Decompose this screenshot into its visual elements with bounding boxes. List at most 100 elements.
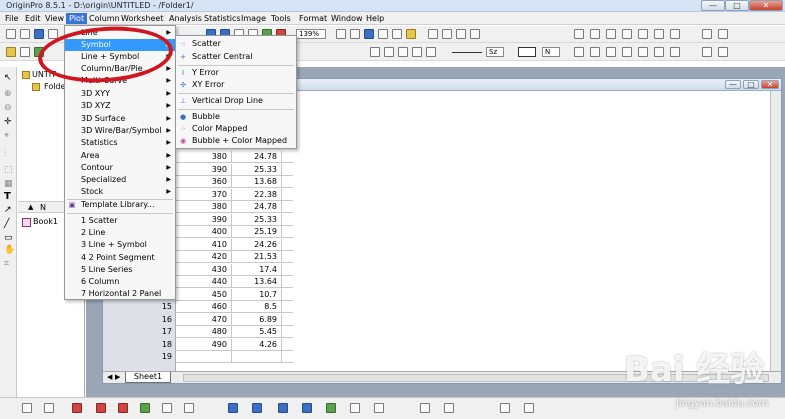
frame-icon[interactable]: [638, 29, 648, 39]
close-button[interactable]: ✕: [749, 0, 783, 11]
submenu-item-scatter[interactable]: ·: Scatter: [176, 38, 296, 50]
new-worksheet-icon[interactable]: [20, 29, 30, 39]
menu-format[interactable]: Format: [296, 13, 330, 24]
bold-icon[interactable]: [370, 47, 380, 57]
screen-reader-icon[interactable]: ✛: [4, 117, 12, 127]
menu-item-recent-scatter[interactable]: 1 Scatter: [65, 215, 175, 227]
menu-item-contour[interactable]: Contour ▶: [65, 162, 175, 174]
submenu-item-y-error[interactable]: IY Error: [176, 67, 296, 79]
region-selector-icon[interactable]: ⬚: [4, 165, 13, 175]
tab-prev-icon[interactable]: ◀: [107, 373, 112, 381]
template-icon[interactable]: [302, 403, 312, 413]
menu-item-recent-line-symbol[interactable]: 3 Line + Symbol: [65, 239, 175, 251]
layout-plot-icon[interactable]: [374, 403, 384, 413]
menu-item-statistics[interactable]: Statistics ▶: [65, 137, 175, 149]
table-row[interactable]: 17 480 5.45: [103, 326, 293, 338]
border-sample[interactable]: [518, 47, 536, 57]
line-symbol-plot-icon[interactable]: [72, 403, 82, 413]
mask-icon[interactable]: ▦: [4, 179, 13, 189]
pattern-icon[interactable]: [426, 47, 436, 57]
table-row[interactable]: 15 460 8.5: [103, 301, 293, 313]
scatter-plot-icon[interactable]: [22, 403, 32, 413]
menu-item-recent-line-series[interactable]: 5 Line Series: [65, 264, 175, 276]
border-icon[interactable]: [590, 29, 600, 39]
menu-tools[interactable]: Tools: [268, 13, 294, 24]
layout-icon[interactable]: [428, 29, 438, 39]
zoom-in-icon[interactable]: ⊕: [4, 89, 12, 99]
data-selector-icon[interactable]: ⫶: [4, 149, 6, 159]
menu-item-template-library[interactable]: ▣ Template Library...: [65, 199, 175, 211]
line-tool-icon[interactable]: ╱: [4, 219, 9, 229]
table-row[interactable]: 19: [103, 351, 293, 363]
line-width-combo[interactable]: N: [542, 47, 560, 57]
contour-plot-icon[interactable]: [278, 403, 288, 413]
font-size-combo[interactable]: Sz: [486, 47, 504, 57]
add-column-icon[interactable]: [6, 47, 16, 57]
rectangle-tool-icon[interactable]: ▭: [4, 233, 13, 243]
draw-data-icon[interactable]: ⌗: [4, 259, 9, 269]
menu-item-3d-xyy[interactable]: 3D XYY ▶: [65, 88, 175, 100]
submenu-item-scatter-central[interactable]: + Scatter Central: [176, 51, 296, 63]
hand-tool-icon[interactable]: ✋: [4, 245, 15, 255]
table-row[interactable]: 16 470 6.89: [103, 313, 293, 326]
command-window-icon[interactable]: [378, 29, 388, 39]
matrix-icon[interactable]: [442, 29, 452, 39]
line-plot-icon[interactable]: [44, 403, 54, 413]
project-explorer-icon[interactable]: [392, 29, 402, 39]
menu-item-3d-xyz[interactable]: 3D XYZ ▶: [65, 100, 175, 112]
3d-plot-icon[interactable]: [228, 403, 238, 413]
align-center-icon[interactable]: [590, 47, 600, 57]
clock-icon[interactable]: [702, 29, 712, 39]
submenu-item-bubble[interactable]: ● Bubble: [176, 111, 296, 123]
menu-item-recent-horizontal-2-panel[interactable]: 7 Horizontal 2 Panel: [65, 288, 175, 300]
arrange-layers-icon[interactable]: [500, 403, 510, 413]
ungroup-icon[interactable]: [670, 47, 680, 57]
new-project-icon[interactable]: [6, 29, 16, 39]
menu-item-3d-surface[interactable]: 3D Surface ▶: [65, 113, 175, 125]
menu-item-recent-column[interactable]: 6 Column: [65, 276, 175, 288]
worksheet-minimize-button[interactable]: —: [725, 80, 741, 89]
area-plot-icon[interactable]: [140, 403, 150, 413]
menu-analysis[interactable]: Analysis: [166, 13, 205, 24]
menu-help[interactable]: Help: [363, 13, 387, 24]
menu-view[interactable]: View: [42, 13, 67, 24]
page-icon[interactable]: [718, 29, 728, 39]
menu-worksheet[interactable]: Worksheet: [118, 13, 166, 24]
3d-surface-icon[interactable]: [252, 403, 262, 413]
vertical-scrollbar[interactable]: [770, 91, 781, 371]
set-column-icon[interactable]: [20, 47, 30, 57]
submenu-item-vertical-drop-line[interactable]: ⊥ Vertical Drop Line: [176, 95, 296, 107]
maximize-button[interactable]: □: [725, 0, 749, 11]
code-builder-icon[interactable]: [364, 29, 374, 39]
front-icon[interactable]: [622, 47, 632, 57]
save-icon[interactable]: [34, 29, 44, 39]
axis-icon[interactable]: [606, 29, 616, 39]
menu-item-specialized[interactable]: Specialized ▶: [65, 174, 175, 186]
submenu-item-color-mapped[interactable]: ⁘ Color Mapped: [176, 123, 296, 135]
zoom-combo[interactable]: 139%: [296, 29, 326, 39]
submenu-item-bubble-color-mapped[interactable]: ◉ Bubble + Color Mapped: [176, 135, 296, 147]
menu-item-recent-2-point-segment[interactable]: 4 2 Point Segment: [65, 252, 175, 264]
text-color-icon[interactable]: [384, 47, 394, 57]
arrow-tool-icon[interactable]: ↗: [4, 205, 12, 215]
menu-item-3d-wire-bar-symbol[interactable]: 3D Wire/Bar/Symbol ▶: [65, 125, 175, 137]
fill-color-icon[interactable]: [398, 47, 408, 57]
group-icon[interactable]: [654, 47, 664, 57]
layer-icon[interactable]: [654, 29, 664, 39]
explorer-col-name[interactable]: N: [40, 203, 46, 212]
menu-item-area[interactable]: Area ▶: [65, 150, 175, 162]
bar-plot-icon[interactable]: [118, 403, 128, 413]
submenu-item-xy-error[interactable]: ✣ XY Error: [176, 79, 296, 91]
graph-icon[interactable]: [470, 29, 480, 39]
data-reader-icon[interactable]: ⌖: [4, 131, 9, 141]
tab-sheet1[interactable]: Sheet1: [125, 372, 171, 383]
menu-file[interactable]: File: [2, 13, 21, 24]
extract-layer-icon[interactable]: [444, 403, 454, 413]
menu-item-recent-line[interactable]: 2 Line: [65, 227, 175, 239]
worksheet-maximize-button[interactable]: □: [743, 80, 759, 89]
add-layer-icon[interactable]: [524, 403, 534, 413]
notes-icon[interactable]: [406, 29, 416, 39]
rescale-icon[interactable]: [670, 29, 680, 39]
tab-next-icon[interactable]: ▶: [115, 373, 120, 381]
grid-style-icon[interactable]: [574, 29, 584, 39]
